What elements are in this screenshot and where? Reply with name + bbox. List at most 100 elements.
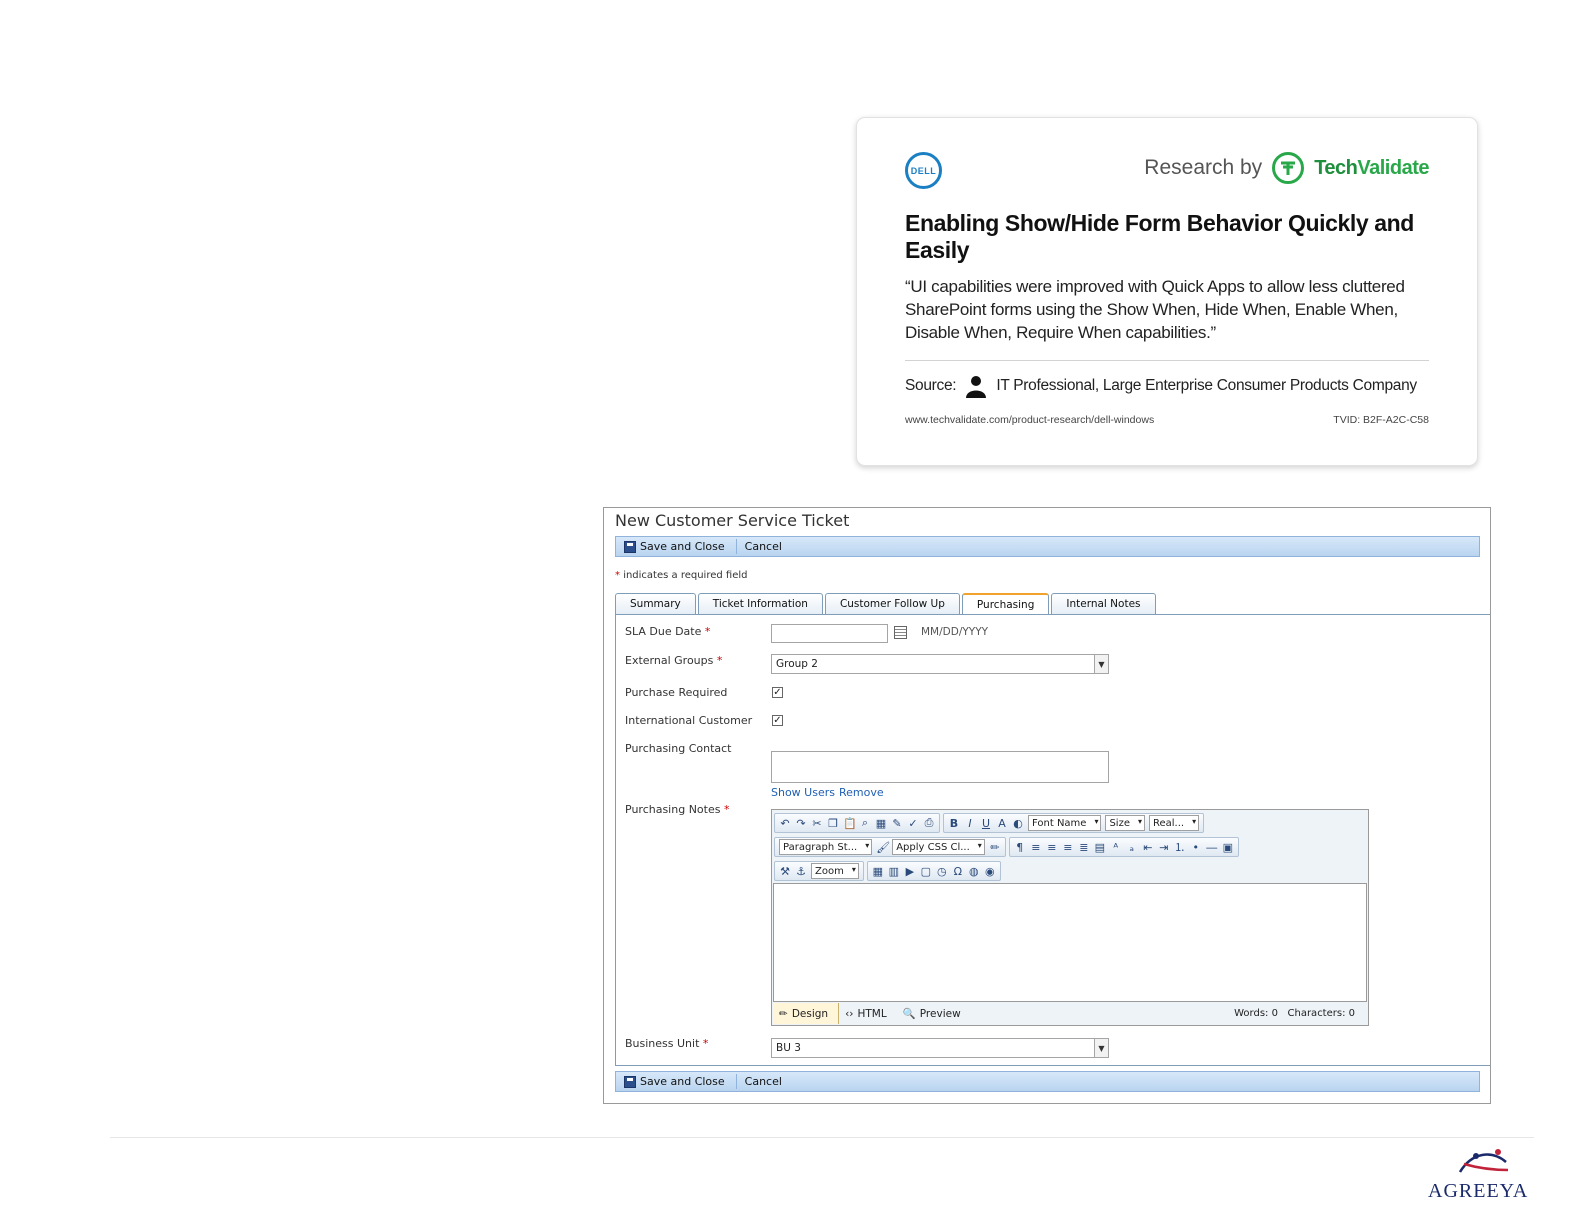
apply-css-class-dropdown[interactable]: Apply CSS Cl... — [892, 839, 985, 855]
font-name-dropdown[interactable]: Font Name — [1028, 815, 1102, 831]
techvalidate-card: DELL Research by TechValidate Enabling S… — [856, 117, 1478, 466]
rte-content-area[interactable] — [773, 883, 1367, 1002]
save-and-close-label: Save and Close — [640, 1075, 725, 1088]
rich-text-editor: ↶ ↷ ✂ ❐ 📋 ⌕ ▦ ✎ ✓ ⎙ B I U A ◐ Font Name … — [771, 809, 1369, 1026]
purchase-required-checkbox[interactable]: ✓ — [772, 687, 783, 698]
cancel-button-bottom[interactable]: Cancel — [737, 1072, 793, 1091]
print-icon[interactable]: ⎙ — [923, 816, 935, 830]
outdent-icon[interactable]: ⇤ — [1142, 841, 1154, 854]
find-icon[interactable]: ⌕ — [859, 816, 871, 830]
calendar-icon[interactable] — [894, 626, 907, 639]
align-right-icon[interactable]: ≡ — [1062, 841, 1074, 854]
highlight-color-icon[interactable]: ◐ — [1012, 817, 1024, 830]
font-size-dropdown[interactable]: Size — [1105, 815, 1145, 831]
format-stripper-icon[interactable]: ✎ — [891, 817, 903, 830]
tab-customer-follow-up[interactable]: Customer Follow Up — [824, 593, 960, 614]
copy-icon[interactable]: ❐ — [827, 817, 839, 830]
globe-link-icon[interactable]: ◍ — [968, 865, 980, 878]
indent-icon[interactable]: ⇥ — [1158, 841, 1170, 854]
source-text: IT Professional, Large Enterprise Consum… — [996, 377, 1417, 394]
paragraph-mark-icon[interactable]: ¶ — [1014, 841, 1026, 854]
real-font-size-dropdown[interactable]: Real... — [1148, 815, 1200, 831]
subscript-icon[interactable]: ₐ — [1126, 841, 1138, 854]
font-color-icon[interactable]: A — [996, 817, 1008, 830]
omega-icon[interactable]: Ω — [952, 865, 964, 878]
tab-internal-notes[interactable]: Internal Notes — [1051, 593, 1156, 614]
card-divider — [905, 360, 1429, 361]
superscript-icon[interactable]: ᴬ — [1110, 841, 1122, 854]
justify-icon[interactable]: ≣ — [1078, 841, 1090, 854]
date-format-hint: MM/DD/YYYY — [921, 626, 989, 638]
cut-icon[interactable]: ✂ — [811, 817, 823, 830]
align-center-icon[interactable]: ≡ — [1046, 841, 1058, 854]
source-label: Source: — [905, 377, 957, 394]
save-icon — [624, 1075, 636, 1088]
international-customer-checkbox[interactable]: ✓ — [772, 715, 783, 726]
align-left-icon[interactable]: ≡ — [1030, 841, 1042, 854]
card-url[interactable]: www.techvalidate.com/product-research/de… — [905, 414, 1154, 426]
spellcheck-icon[interactable]: ✓ — [907, 817, 919, 830]
redo-icon[interactable]: ↷ — [795, 817, 807, 830]
dell-logo: DELL — [905, 152, 942, 189]
image-icon[interactable]: ▣ — [1222, 841, 1234, 854]
chevron-down-icon[interactable]: ▼ — [1094, 655, 1108, 673]
insert-calendar-icon[interactable]: ▥ — [888, 865, 900, 878]
table-icon[interactable]: ▤ — [1094, 841, 1106, 854]
clock-icon[interactable]: ◷ — [936, 865, 948, 878]
rte-word-count: Words: 0 Characters: 0 — [1234, 1008, 1367, 1019]
rte-design-mode-button[interactable]: ✏ Design — [773, 1003, 840, 1024]
rte-edit-group: ↶ ↷ ✂ ❐ 📋 ⌕ ▦ ✎ ✓ ⎙ — [774, 813, 940, 833]
horizontal-rule-icon[interactable]: ― — [1206, 841, 1218, 854]
purchasing-contact-input[interactable] — [771, 751, 1109, 783]
card-source: Source: IT Professional, Large Enterpris… — [905, 374, 1417, 398]
code-brackets-icon: ‹› — [845, 1007, 854, 1020]
bullet-list-icon[interactable]: • — [1190, 841, 1202, 854]
tab-panel-left-border — [615, 614, 616, 1065]
save-and-close-button[interactable]: Save and Close — [616, 537, 736, 556]
cancel-button[interactable]: Cancel — [737, 537, 793, 556]
numbered-list-icon[interactable]: ⒈ — [1174, 839, 1186, 855]
external-groups-label: External Groups * — [625, 654, 722, 667]
paste-icon[interactable]: 📋 — [843, 817, 857, 830]
sla-due-date-input[interactable] — [771, 624, 888, 643]
paragraph-style-dropdown[interactable]: Paragraph St... — [779, 839, 873, 855]
international-customer-label: International Customer — [625, 714, 753, 727]
insert-form-icon[interactable]: ▢ — [920, 865, 932, 878]
external-groups-label-text: External Groups — [625, 654, 714, 667]
underline-icon[interactable]: U — [980, 817, 992, 830]
format-painter-icon[interactable]: 🖌 — [876, 841, 890, 854]
business-unit-value: BU 3 — [776, 1042, 801, 1054]
tab-summary[interactable]: Summary — [615, 593, 696, 614]
insert-table-icon[interactable]: ▦ — [872, 865, 884, 878]
agreeya-wordmark: AGREEYA — [1428, 1180, 1529, 1202]
save-and-close-button-bottom[interactable]: Save and Close — [616, 1072, 736, 1091]
form-tabs: Summary Ticket Information Customer Foll… — [615, 593, 1156, 614]
form-toolbar-top: Save and Close Cancel — [615, 536, 1480, 557]
globe-icon[interactable]: ◉ — [984, 865, 996, 878]
show-users-link[interactable]: Show Users — [771, 786, 835, 799]
select-all-icon[interactable]: ▦ — [875, 817, 887, 830]
tab-purchasing[interactable]: Purchasing — [961, 593, 1050, 614]
insert-media-icon[interactable]: ▶ — [904, 865, 916, 878]
business-unit-select[interactable]: BU 3 ▼ — [771, 1038, 1109, 1058]
italic-icon[interactable]: I — [964, 817, 976, 830]
tab-ticket-information[interactable]: Ticket Information — [697, 593, 823, 614]
external-groups-select[interactable]: Group 2 ▼ — [771, 654, 1109, 674]
rte-html-mode-button[interactable]: ‹› HTML — [839, 1003, 897, 1024]
required-star: * — [716, 654, 723, 667]
business-unit-label: Business Unit * — [625, 1037, 708, 1050]
remove-link[interactable]: Remove — [839, 786, 884, 799]
rte-preview-mode-button[interactable]: 🔍 Preview — [897, 1003, 971, 1024]
chevron-down-icon[interactable]: ▼ — [1094, 1039, 1108, 1057]
zoom-dropdown[interactable]: Zoom — [811, 863, 859, 879]
undo-icon[interactable]: ↶ — [779, 817, 791, 830]
cancel-label: Cancel — [744, 540, 782, 553]
word-count: Words: 0 — [1234, 1008, 1278, 1019]
sla-due-date-label: SLA Due Date * — [625, 625, 710, 638]
tools-icon[interactable]: ⚒ — [779, 865, 791, 878]
pencil-icon[interactable]: ✏ — [989, 841, 1001, 854]
bold-icon[interactable]: B — [948, 817, 960, 830]
link-icon[interactable]: ⚓ — [795, 865, 807, 878]
character-count: Characters: 0 — [1287, 1008, 1356, 1019]
external-groups-value: Group 2 — [776, 658, 818, 670]
